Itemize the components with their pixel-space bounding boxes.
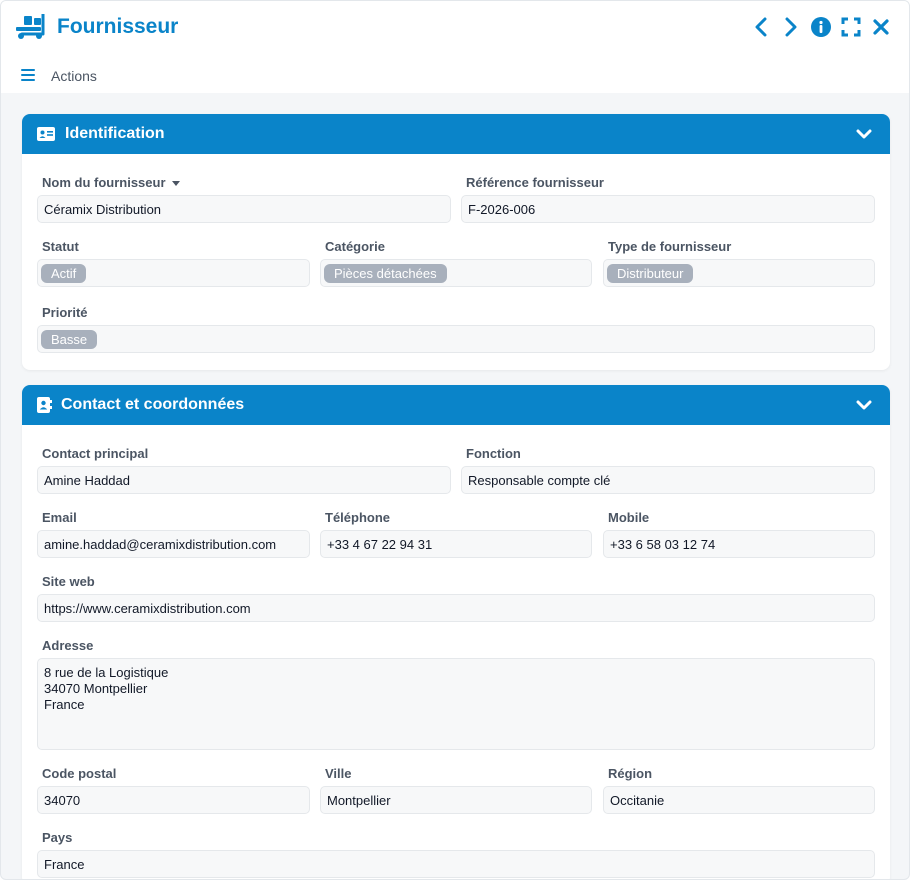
region-label: Région [608,766,653,781]
status-badge: Actif [41,264,87,283]
fonction-field[interactable]: Responsable compte clé [461,466,875,494]
telephone-label: Téléphone [325,510,391,525]
email-label: Email [42,510,77,525]
nom-label-text: Nom du fournisseur [42,175,166,190]
identification-section: Identification Nom du fournisseur Cérami… [22,114,890,370]
contact-section: Contact et coordonnées Contact principal… [22,385,890,879]
type-field[interactable]: Distributeur [603,259,875,287]
close-icon [873,19,889,35]
chevron-left-icon [755,17,767,37]
categorie-field[interactable]: Pièces détachées [320,259,592,287]
ref-field[interactable]: F-2026-006 [461,195,875,223]
toolbar: Actions [1,55,909,93]
contact-principal-field[interactable]: Amine Haddad [37,466,451,494]
contact-book-icon [37,397,52,413]
type-label: Type de fournisseur [608,239,732,254]
title-bar: Fournisseur [1,1,909,55]
statut-field[interactable]: Actif [37,259,310,287]
close-button[interactable] [869,15,893,39]
truck-dolly-icon [16,14,45,39]
adresse-field[interactable]: 8 rue de la Logistique 34070 Montpellier… [37,658,875,750]
categorie-label: Catégorie [325,239,385,254]
ref-label: Référence fournisseur [466,175,604,190]
region-field[interactable]: Occitanie [603,786,875,814]
previous-button[interactable] [749,15,773,39]
mobile-field[interactable]: +33 6 58 03 12 74 [603,530,875,558]
nom-label: Nom du fournisseur [42,175,180,190]
window-title: Fournisseur [57,15,179,38]
email-field[interactable]: amine.haddad@ceramixdistribution.com [37,530,310,558]
ville-field[interactable]: Montpellier [320,786,592,814]
id-card-icon [37,127,55,141]
contact-principal-label: Contact principal [42,446,149,461]
contact-header[interactable]: Contact et coordonnées [22,385,890,425]
chevron-down-icon[interactable] [856,127,872,141]
chevron-right-icon [785,17,797,37]
expand-icon [841,17,861,37]
identification-title: Identification [65,125,165,142]
info-icon [811,17,831,37]
priorite-field[interactable]: Basse [37,325,875,353]
pays-label: Pays [42,830,73,845]
actions-menu[interactable]: Actions [51,68,97,84]
priority-badge: Basse [41,330,98,349]
adresse-label: Adresse [42,638,94,653]
pays-field[interactable]: France [37,850,875,878]
ville-label: Ville [325,766,352,781]
chevron-down-icon[interactable] [856,398,872,412]
mobile-label: Mobile [608,510,650,525]
hamburger-icon[interactable] [21,69,35,81]
statut-label: Statut [42,239,79,254]
info-button[interactable] [809,15,833,39]
site-web-field[interactable]: https://www.ceramixdistribution.com [37,594,875,622]
expand-button[interactable] [839,15,863,39]
window-actions [749,15,893,39]
category-badge: Pièces détachées [324,264,447,283]
code-postal-field[interactable]: 34070 [37,786,310,814]
supplier-window: Fournisseur Actions Identification Nom d… [0,0,910,880]
telephone-field[interactable]: +33 4 67 22 94 31 [320,530,592,558]
nom-field[interactable]: Céramix Distribution [37,195,451,223]
site-web-label: Site web [42,574,95,589]
caret-down-icon[interactable] [171,181,180,187]
next-button[interactable] [779,15,803,39]
contact-title: Contact et coordonnées [61,396,245,413]
code-postal-label: Code postal [42,766,117,781]
fonction-label: Fonction [466,446,521,461]
type-badge: Distributeur [607,264,694,283]
priorite-label: Priorité [42,305,88,320]
identification-header[interactable]: Identification [22,114,890,154]
